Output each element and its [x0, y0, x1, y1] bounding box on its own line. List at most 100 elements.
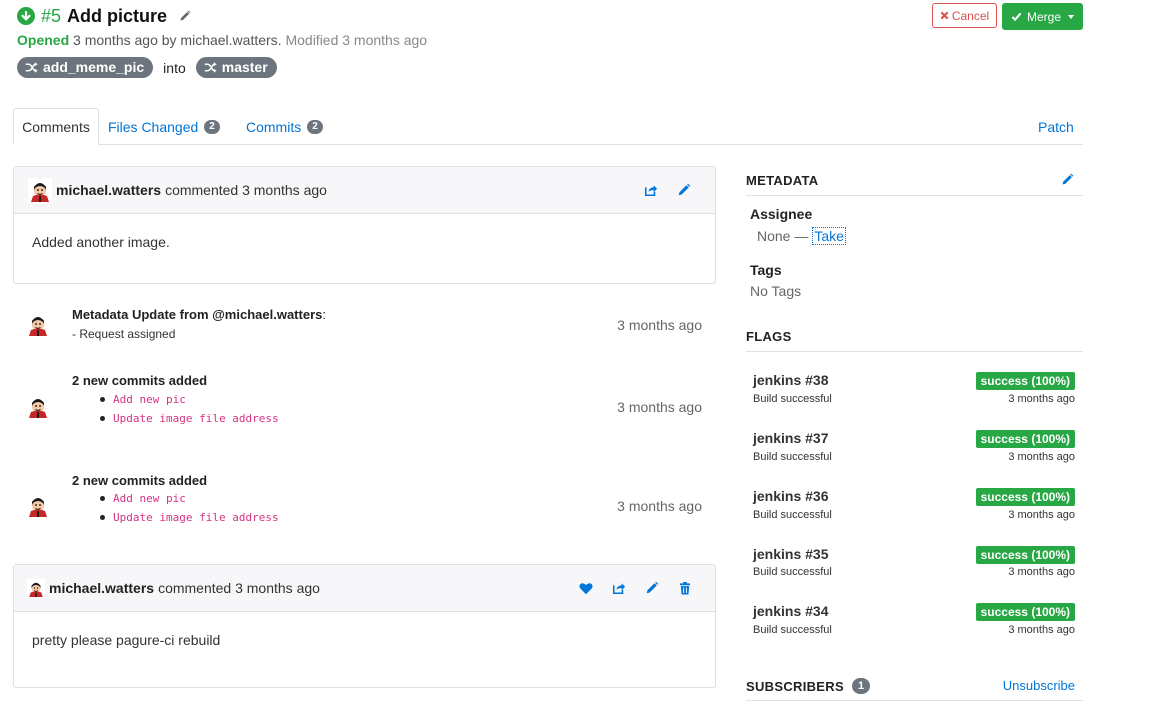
- avatar: [26, 312, 50, 336]
- pencil-icon[interactable]: [667, 180, 700, 200]
- comment-time: commented 3 months ago: [165, 182, 327, 198]
- status-opened: Opened: [17, 32, 70, 48]
- flags-heading: FLAGS: [746, 329, 792, 344]
- flag-name[interactable]: jenkins #36: [753, 488, 829, 504]
- tab-commits[interactable]: Commits 2: [246, 108, 323, 145]
- request-meta: Opened 3 months ago by michael.watters. …: [17, 32, 427, 48]
- activity-title-suffix: :: [322, 307, 326, 322]
- assignee-value: None —: [757, 228, 809, 244]
- flag-status-badge: success (100%): [975, 372, 1075, 390]
- activity-detail: - Request assigned: [72, 327, 176, 341]
- subscribers-divider: [746, 700, 1083, 701]
- comment-body: pretty please pagure-ci rebuild: [32, 632, 221, 648]
- modified-text: Modified 3 months ago: [285, 32, 428, 48]
- commit-item: Add new pic: [100, 489, 279, 508]
- request-name: Add picture: [67, 5, 168, 26]
- flag-status-badge: success (100%): [975, 546, 1075, 564]
- source-branch-badge[interactable]: add_meme_pic: [17, 57, 154, 78]
- take-button[interactable]: Take: [812, 227, 846, 245]
- flag-time: 3 months ago: [1008, 566, 1075, 578]
- heart-icon[interactable]: [569, 578, 602, 598]
- comment-header: michael.watters commented 3 months ago: [14, 565, 715, 612]
- target-branch-badge[interactable]: master: [195, 57, 277, 78]
- flag-time: 3 months ago: [1008, 624, 1075, 636]
- activity-item: 2 new commits added Add new pic Update i…: [26, 472, 706, 532]
- commit-list: Add new pic Update image file address: [100, 489, 279, 527]
- opened-text: 3 months ago by michael.watters.: [73, 32, 282, 48]
- merge-button[interactable]: Merge: [1002, 3, 1083, 30]
- assignee-label: Assignee: [750, 206, 813, 222]
- metadata-divider: [746, 195, 1083, 196]
- commit-list: Add new pic Update image file address: [100, 390, 279, 428]
- comment-actions: [569, 565, 701, 611]
- activity-time: 3 months ago: [617, 317, 702, 333]
- source-branch-label: add_meme_pic: [43, 59, 145, 75]
- subscribers-heading-label: SUBSCRIBERS: [746, 678, 844, 694]
- cancel-button[interactable]: Cancel: [932, 3, 997, 28]
- subscribers-heading: SUBSCRIBERS 1: [746, 678, 871, 694]
- subscribers-count-badge: 1: [851, 678, 871, 694]
- commit-item: Add new pic: [100, 390, 279, 409]
- share-icon[interactable]: [634, 180, 667, 200]
- commit-link[interactable]: Add new pic: [113, 393, 186, 406]
- comment-author[interactable]: michael.watters: [49, 580, 154, 596]
- files-count-badge: 2: [204, 119, 220, 134]
- commit-link[interactable]: Update image file address: [113, 412, 279, 425]
- flag-name[interactable]: jenkins #35: [753, 546, 829, 562]
- shuffle-icon: [204, 61, 217, 74]
- dropdown-caret-icon: [1068, 14, 1074, 19]
- cancel-label: Cancel: [951, 8, 990, 23]
- activity-item: Metadata Update from @michael.watters: -…: [26, 304, 706, 349]
- flag-name[interactable]: jenkins #34: [753, 603, 829, 619]
- flag-name[interactable]: jenkins #37: [753, 430, 829, 446]
- activity-title: 2 new commits added: [72, 473, 208, 488]
- request-title: #5 Add picture: [17, 4, 191, 28]
- target-branch-label: master: [221, 59, 268, 75]
- patch-link[interactable]: Patch: [1038, 108, 1074, 145]
- tab-files-changed[interactable]: Files Changed 2: [108, 108, 220, 145]
- tab-comments-label: Comments: [22, 118, 90, 135]
- comment-header: michael.watters commented 3 months ago: [14, 167, 715, 214]
- comment-card: michael.watters commented 3 months ago p…: [13, 564, 716, 688]
- metadata-heading: METADATA: [746, 173, 819, 188]
- commit-item: Update image file address: [100, 409, 279, 428]
- flag-status-badge: success (100%): [975, 603, 1075, 621]
- check-icon: [1011, 12, 1022, 22]
- avatar: [28, 178, 52, 202]
- merge-label: Merge: [1026, 9, 1061, 24]
- comment-author[interactable]: michael.watters: [56, 182, 161, 198]
- flag-description: Build successful: [753, 451, 832, 463]
- flag-status-badge: success (100%): [975, 430, 1075, 448]
- flags-divider: [746, 351, 1083, 352]
- comment-card: michael.watters commented 3 months ago A…: [13, 166, 716, 284]
- flag-time: 3 months ago: [1008, 509, 1075, 521]
- flag-description: Build successful: [753, 509, 832, 521]
- comment-body: Added another image.: [32, 234, 170, 250]
- avatar: [26, 493, 50, 517]
- share-icon[interactable]: [602, 578, 635, 598]
- edit-title-pencil-icon[interactable]: [179, 10, 191, 22]
- request-id: #5: [41, 5, 62, 26]
- commit-link[interactable]: Update image file address: [113, 511, 279, 524]
- activity-title: 2 new commits added: [72, 373, 208, 388]
- into-label: into: [163, 59, 186, 76]
- edit-metadata-pencil-icon[interactable]: [1061, 173, 1074, 191]
- flag-status-badge: success (100%): [975, 488, 1075, 506]
- unsubscribe-link[interactable]: Unsubscribe: [1003, 678, 1075, 693]
- commit-link[interactable]: Add new pic: [113, 492, 186, 505]
- shuffle-icon: [25, 61, 38, 74]
- tags-label: Tags: [750, 262, 782, 278]
- flag-time: 3 months ago: [1008, 451, 1075, 463]
- flag-description: Build successful: [753, 566, 832, 578]
- pencil-icon[interactable]: [635, 578, 668, 598]
- tab-comments[interactable]: Comments: [13, 108, 99, 145]
- activity-title: Metadata Update from @michael.watters: [72, 307, 323, 322]
- tags-value: No Tags: [750, 283, 802, 299]
- flag-description: Build successful: [753, 393, 832, 405]
- activity-item: 2 new commits added Add new pic Update i…: [26, 372, 706, 432]
- branch-info: add_meme_pic into master: [17, 57, 277, 78]
- avatar: [27, 579, 45, 597]
- trash-icon[interactable]: [668, 578, 701, 598]
- tab-commits-label: Commits: [246, 118, 302, 135]
- flag-name[interactable]: jenkins #38: [753, 372, 829, 388]
